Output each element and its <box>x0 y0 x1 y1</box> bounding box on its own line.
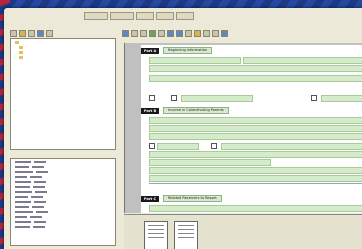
section-title: Beginning information <box>163 47 213 54</box>
form-field[interactable] <box>221 143 362 150</box>
page-thumbnails <box>124 214 362 249</box>
form-field[interactable] <box>149 151 362 158</box>
form-field[interactable] <box>149 167 362 174</box>
file-list-pane[interactable] <box>10 158 116 246</box>
menu-item[interactable] <box>110 12 134 20</box>
form-field[interactable] <box>149 117 362 124</box>
save-icon[interactable] <box>131 29 138 37</box>
list-row[interactable] <box>11 215 115 219</box>
list-row[interactable] <box>11 210 115 214</box>
form-field[interactable] <box>149 75 362 82</box>
list-row[interactable] <box>11 200 115 204</box>
section-header: Part B Income in Collectivizing Parents <box>141 107 229 114</box>
checkbox[interactable] <box>149 143 155 149</box>
folder-tree-pane[interactable] <box>10 38 116 150</box>
form-field[interactable] <box>149 159 271 166</box>
checkbox[interactable] <box>149 95 155 101</box>
menu-item[interactable] <box>84 12 108 20</box>
form-field[interactable] <box>243 57 362 64</box>
page-thumbnail[interactable] <box>174 221 198 249</box>
section-title: Related Receivers to Report <box>163 195 222 202</box>
list-row[interactable] <box>11 225 115 229</box>
back-icon[interactable] <box>122 29 129 37</box>
tree-item[interactable] <box>15 40 115 44</box>
folder-icon <box>15 40 19 44</box>
zoom-in-icon[interactable] <box>167 29 174 37</box>
checkbox[interactable] <box>311 95 317 101</box>
form-field[interactable] <box>181 95 253 102</box>
section-label: Part C <box>141 195 160 202</box>
refresh-icon[interactable] <box>37 29 44 37</box>
list-row[interactable] <box>11 165 115 169</box>
tree-item[interactable] <box>19 50 115 54</box>
check-icon[interactable] <box>149 29 156 37</box>
list-row[interactable] <box>11 180 115 184</box>
page-icon[interactable] <box>185 29 192 37</box>
list-row[interactable] <box>11 190 115 194</box>
copy-icon[interactable] <box>158 29 165 37</box>
folder-icon <box>19 55 23 59</box>
print-icon[interactable] <box>46 29 53 37</box>
folder-icon <box>19 50 23 54</box>
list-row[interactable] <box>11 185 115 189</box>
form-field[interactable] <box>149 57 241 64</box>
section-header: Part C Related Receivers to Report <box>141 195 222 202</box>
menu-item[interactable] <box>176 12 194 20</box>
list-row[interactable] <box>11 170 115 174</box>
document-viewer[interactable]: Part A Beginning information Part B Inco… <box>124 43 362 213</box>
print-icon[interactable] <box>140 29 147 37</box>
section-label: Part A <box>141 47 160 54</box>
left-toolbar <box>10 29 53 37</box>
form-field[interactable] <box>321 95 362 102</box>
section-header: Part A Beginning information <box>141 47 213 54</box>
page-thumbnail[interactable] <box>144 221 168 249</box>
checkbox[interactable] <box>211 143 217 149</box>
form-rule <box>149 183 362 184</box>
form-field[interactable] <box>149 133 362 140</box>
checkbox[interactable] <box>171 95 177 101</box>
application-window: Part A Beginning information Part B Inco… <box>4 8 362 249</box>
form-field[interactable] <box>149 65 362 72</box>
list-row[interactable] <box>11 195 115 199</box>
menu-item[interactable] <box>136 12 154 20</box>
form-field[interactable] <box>157 143 199 150</box>
zoom-out-icon[interactable] <box>176 29 183 37</box>
tree-item[interactable] <box>19 45 115 49</box>
tree-item[interactable] <box>19 55 115 59</box>
form-field[interactable] <box>149 205 362 212</box>
help-icon[interactable] <box>221 29 228 37</box>
new-icon[interactable] <box>10 29 17 37</box>
list-row[interactable] <box>11 205 115 209</box>
select-icon[interactable] <box>212 29 219 37</box>
hand-icon[interactable] <box>203 29 210 37</box>
document-toolbar <box>122 29 228 37</box>
menu-item[interactable] <box>156 12 174 20</box>
form-field[interactable] <box>149 125 362 132</box>
folder-icon <box>19 45 23 49</box>
list-row[interactable] <box>11 175 115 179</box>
menu-bar <box>84 12 194 20</box>
highlight-icon[interactable] <box>194 29 201 37</box>
open-folder-icon[interactable] <box>19 29 26 37</box>
save-icon[interactable] <box>28 29 35 37</box>
form-field[interactable] <box>149 175 362 182</box>
list-row[interactable] <box>11 220 115 224</box>
section-label: Part B <box>141 107 160 114</box>
section-title: Income in Collectivizing Parents <box>163 107 229 114</box>
form-page: Part A Beginning information Part B Inco… <box>141 45 362 213</box>
list-row[interactable] <box>11 160 115 164</box>
